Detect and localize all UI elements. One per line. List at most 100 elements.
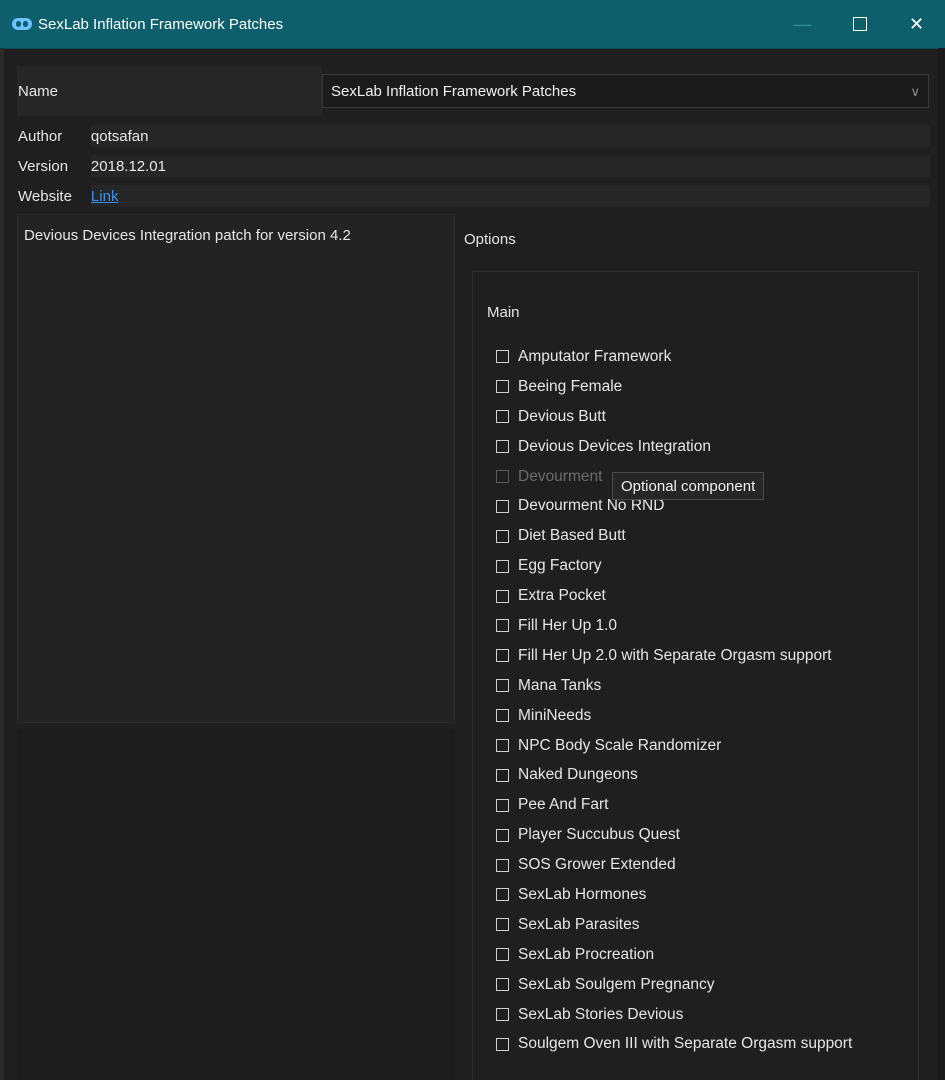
option-label: Player Succubus Quest	[518, 826, 680, 844]
option-item[interactable]: Soulgem Oven III with Separate Orgasm su…	[496, 1029, 852, 1059]
option-item[interactable]: Fill Her Up 2.0 with Separate Orgasm sup…	[496, 641, 852, 671]
option-label: MiniNeeds	[518, 706, 592, 724]
left-edge	[0, 48, 4, 1080]
option-label: Devourment No RND	[518, 497, 665, 515]
option-label: Diet Based Butt	[518, 527, 626, 545]
app-icon	[12, 18, 32, 30]
maximize-button[interactable]	[831, 0, 888, 48]
name-dropdown-value: SexLab Inflation Framework Patches	[331, 82, 577, 100]
option-item[interactable]: Diet Based Butt	[496, 521, 852, 551]
group-title: Main	[487, 304, 520, 321]
options-panel: Options Main Amputator Framework Beeing F…	[455, 214, 930, 1080]
checkbox[interactable]	[496, 858, 509, 872]
checkbox[interactable]	[496, 679, 509, 693]
option-item[interactable]: Naked Dungeons	[496, 760, 852, 790]
option-label: Fill Her Up 1.0	[518, 616, 618, 634]
option-label: Beeing Female	[518, 377, 623, 395]
name-row: Name SexLab Inflation Framework Patches …	[17, 66, 930, 116]
checkbox[interactable]	[496, 380, 509, 394]
window-title: SexLab Inflation Framework Patches	[38, 15, 284, 33]
close-button[interactable]: ✕	[888, 0, 945, 48]
option-item[interactable]: SexLab Stories Devious	[496, 1000, 852, 1030]
option-label: SexLab Hormones	[518, 885, 647, 903]
website-label: Website	[18, 187, 72, 205]
options-title: Options	[464, 231, 516, 248]
title-bar[interactable]: SexLab Inflation Framework Patches — ✕	[0, 0, 945, 49]
checkbox[interactable]	[496, 888, 509, 902]
checkbox[interactable]	[496, 739, 509, 753]
option-label: Soulgem Oven III with Separate Orgasm su…	[518, 1035, 853, 1053]
main-group: Main Amputator Framework Beeing Female Dev…	[472, 271, 919, 1080]
option-item[interactable]: SexLab Soulgem Pregnancy	[496, 970, 852, 1000]
option-item[interactable]: SexLab Hormones	[496, 880, 852, 910]
tooltip: Optional component	[612, 472, 765, 500]
option-item[interactable]: Mana Tanks	[496, 671, 852, 701]
checkbox[interactable]	[496, 1037, 509, 1051]
website-row: Website Link	[17, 185, 930, 207]
checkbox[interactable]	[496, 978, 509, 992]
checkbox[interactable]	[496, 499, 509, 513]
right-edge	[938, 48, 945, 1080]
option-label: SexLab Parasites	[518, 915, 640, 933]
checkbox[interactable]	[496, 440, 509, 454]
checkbox[interactable]	[496, 768, 509, 782]
option-label: Devourment	[518, 467, 603, 485]
main-window: SexLab Inflation Framework Patches — ✕ N…	[0, 0, 945, 1080]
checkbox[interactable]	[496, 559, 509, 573]
chevron-down-icon: ∨	[910, 84, 920, 99]
checkbox[interactable]	[496, 529, 509, 543]
option-item[interactable]: Player Succubus Quest	[496, 820, 852, 850]
checkbox[interactable]	[496, 798, 509, 812]
maximize-icon	[852, 17, 867, 31]
option-label: Amputator Framework	[518, 347, 672, 365]
option-item[interactable]: Fill Her Up 1.0	[496, 611, 852, 641]
checkbox[interactable]	[496, 410, 509, 424]
option-item[interactable]: Devious Devices Integration	[496, 432, 852, 462]
checkbox	[496, 470, 509, 483]
checkbox[interactable]	[496, 350, 509, 364]
option-label: Egg Factory	[518, 557, 602, 575]
version-label: Version	[18, 157, 69, 175]
option-label: NPC Body Scale Randomizer	[518, 736, 722, 754]
option-item[interactable]: SexLab Procreation	[496, 940, 852, 970]
option-label: SexLab Stories Devious	[518, 1005, 684, 1023]
website-link[interactable]: Link	[91, 188, 119, 205]
version-value: 2018.12.01	[90, 155, 930, 177]
option-label: SexLab Soulgem Pregnancy	[518, 975, 715, 993]
option-label: Mana Tanks	[518, 676, 602, 694]
option-label: SOS Grower Extended	[518, 856, 676, 874]
description-panel: Devious Devices Integration patch for ve…	[17, 214, 455, 723]
checkbox[interactable]	[496, 709, 509, 723]
option-item[interactable]: SOS Grower Extended	[496, 850, 852, 880]
checkbox[interactable]	[496, 589, 509, 603]
name-dropdown[interactable]: SexLab Inflation Framework Patches ∨	[322, 74, 929, 108]
option-item[interactable]: Pee And Fart	[496, 790, 852, 820]
option-item[interactable]: MiniNeeds	[496, 701, 852, 731]
checkbox[interactable]	[496, 649, 509, 663]
option-item[interactable]: Devious Butt	[496, 402, 852, 432]
checkbox[interactable]	[496, 948, 509, 962]
option-item[interactable]: Amputator Framework	[496, 342, 852, 372]
description-text: Devious Devices Integration patch for ve…	[24, 227, 351, 244]
option-item[interactable]: Extra Pocket	[496, 581, 852, 611]
author-label: Author	[18, 127, 63, 145]
author-value: qotsafan	[90, 125, 930, 147]
option-item[interactable]: Egg Factory	[496, 551, 852, 581]
option-label: Fill Her Up 2.0 with Separate Orgasm sup…	[518, 646, 832, 664]
option-item[interactable]: SexLab Parasites	[496, 910, 852, 940]
option-label: Extra Pocket	[518, 587, 606, 605]
window-controls: — ✕	[774, 0, 945, 48]
option-label: Devious Devices Integration	[518, 437, 711, 455]
option-label: Devious Butt	[518, 407, 606, 425]
option-item[interactable]: NPC Body Scale Randomizer	[496, 731, 852, 761]
name-label: Name	[17, 66, 322, 116]
checkbox[interactable]	[496, 828, 509, 842]
image-panel	[17, 730, 455, 1080]
checkbox[interactable]	[496, 1008, 509, 1022]
option-list: Amputator Framework Beeing Female Devious …	[496, 342, 852, 1059]
minimize-button[interactable]: —	[774, 0, 831, 48]
option-item[interactable]: Beeing Female	[496, 372, 852, 402]
checkbox[interactable]	[496, 619, 509, 633]
website-value: Link	[90, 185, 930, 207]
checkbox[interactable]	[496, 918, 509, 932]
